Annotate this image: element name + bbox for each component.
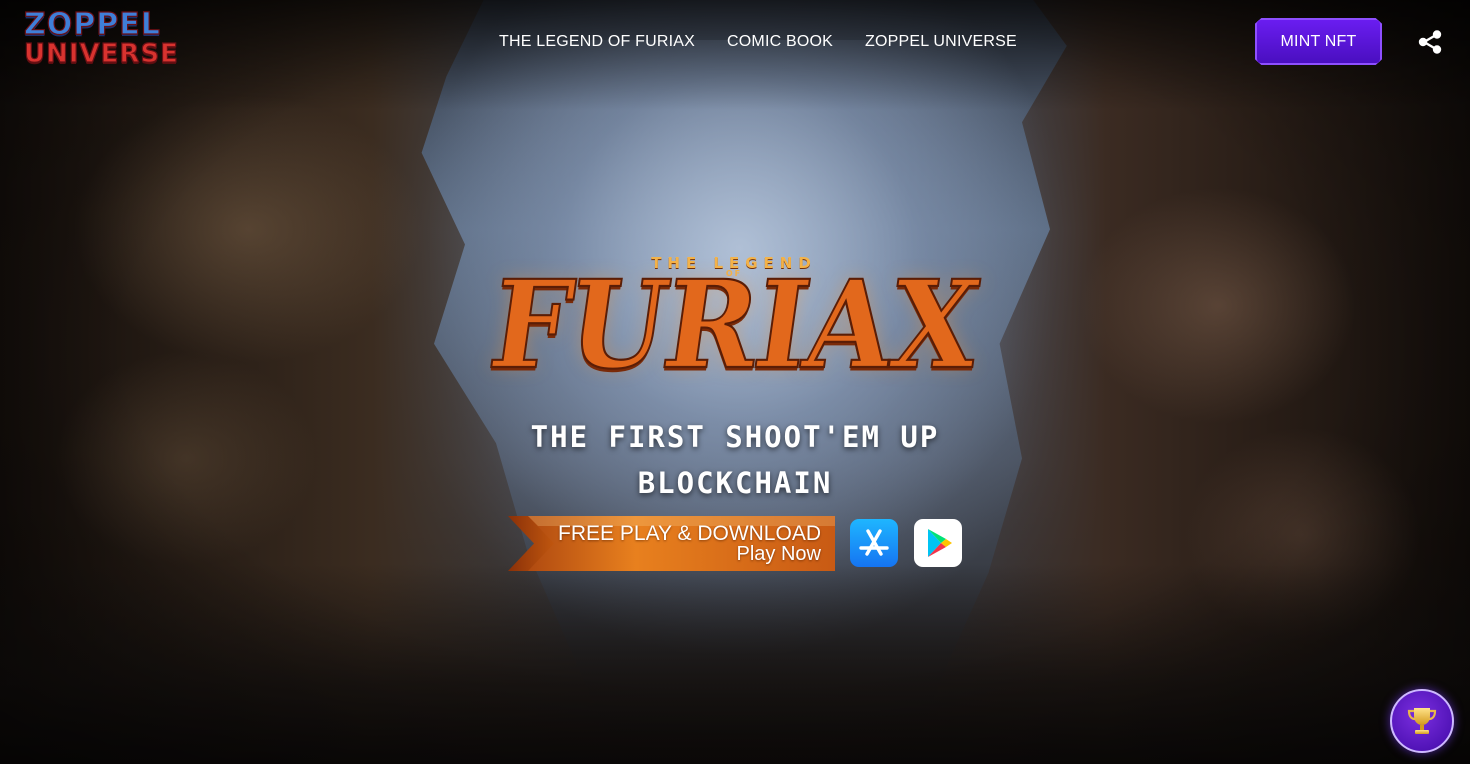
- tagline-line-1: THE FIRST SHOOT'EM UP: [530, 420, 940, 454]
- tagline-line-2: BLOCKCHAIN: [637, 466, 833, 500]
- app-store-button[interactable]: [850, 519, 898, 567]
- trophy-icon: [1407, 708, 1437, 734]
- free-play-download-button[interactable]: FREE PLAY & DOWNLOAD Play Now: [508, 516, 835, 571]
- hero-section: THE LEGEND OF FURIAX THE FIRST SHOOT'EM …: [0, 0, 1470, 764]
- trophy-button[interactable]: [1390, 689, 1454, 753]
- hero-tagline: THE FIRST SHOOT'EM UP BLOCKCHAIN: [470, 414, 1000, 506]
- google-play-icon: [928, 529, 952, 557]
- app-store-icon: [859, 529, 889, 556]
- logo-text-furiax: FURIAX: [481, 254, 987, 398]
- google-play-button[interactable]: [914, 519, 962, 567]
- cta-label-play-now: Play Now: [736, 543, 821, 565]
- furiax-game-logo: THE LEGEND OF FURIAX: [464, 252, 1004, 410]
